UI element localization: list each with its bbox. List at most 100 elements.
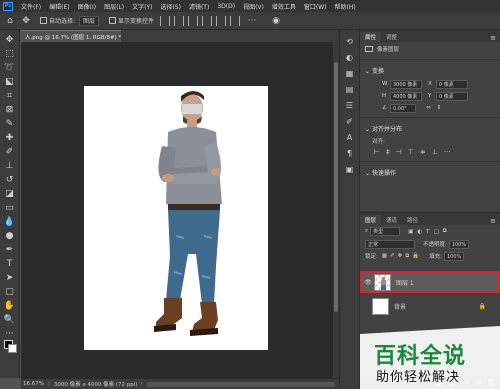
color-icon[interactable]: ◐ bbox=[344, 52, 356, 64]
collapse-icon[interactable]: ⌄ bbox=[365, 68, 372, 75]
visibility-eye-icon[interactable]: 👁 bbox=[362, 279, 374, 286]
layer-filter-dropdown[interactable]: 类型 bbox=[370, 227, 401, 236]
menu-layer[interactable]: 图层(L) bbox=[100, 2, 128, 11]
angle-field[interactable]: 0.00° bbox=[390, 103, 416, 113]
frame-tool-icon[interactable]: ⊠ bbox=[4, 104, 16, 116]
align-left-edges-icon[interactable]: ⊢ bbox=[374, 148, 380, 156]
menu-help[interactable]: 帮助(H) bbox=[331, 2, 360, 11]
align-top-icon[interactable] bbox=[202, 15, 213, 26]
more-icon[interactable]: ··· bbox=[246, 15, 258, 27]
menu-image[interactable]: 图像(I) bbox=[74, 2, 100, 11]
eyedropper-tool-icon[interactable]: ✎ bbox=[4, 118, 16, 130]
background-color-swatch[interactable] bbox=[8, 344, 17, 353]
filter-pixel-icon[interactable]: ▣ bbox=[408, 229, 413, 235]
path-select-icon[interactable]: ➤ bbox=[4, 272, 16, 284]
home-icon[interactable]: ⌂ bbox=[4, 15, 16, 27]
fill-field[interactable]: 100% bbox=[443, 251, 464, 261]
align-top-edges-icon[interactable]: ⊤ bbox=[408, 148, 414, 156]
character-icon[interactable]: A bbox=[344, 132, 356, 144]
panel-menu-icon[interactable]: ≡ bbox=[486, 217, 500, 225]
blur-tool-icon[interactable]: 💧 bbox=[4, 216, 16, 228]
auto-select-dropdown[interactable]: 图层 bbox=[79, 15, 100, 26]
zoom-level[interactable]: 16.67% bbox=[23, 381, 44, 387]
crop-tool-icon[interactable]: ⌗ bbox=[4, 90, 16, 102]
filter-shape-icon[interactable]: ▢ bbox=[433, 229, 438, 235]
align-middle-icon[interactable] bbox=[216, 15, 227, 26]
filter-smart-icon[interactable]: ⧉ bbox=[443, 228, 447, 235]
menu-filter[interactable]: 滤镜(T) bbox=[185, 2, 213, 11]
opacity-field[interactable]: 100% bbox=[448, 239, 469, 249]
layer-thumbnail[interactable] bbox=[372, 297, 389, 315]
move-tool-icon[interactable]: ✥ bbox=[4, 34, 16, 46]
tab-paths[interactable]: 路径 bbox=[402, 215, 423, 225]
brush-tool-icon[interactable]: ✐ bbox=[4, 146, 16, 158]
align-bottom-icon[interactable] bbox=[230, 15, 241, 26]
layer-name[interactable]: 背景 bbox=[394, 302, 406, 311]
lock-artboard-icon[interactable]: ⧉ bbox=[405, 253, 409, 260]
layer-thumbnail[interactable] bbox=[374, 273, 391, 291]
tab-properties[interactable]: 属性 bbox=[360, 32, 382, 42]
y-field[interactable]: 0 像素 bbox=[436, 91, 468, 101]
flip-h-icon[interactable]: ⇔ bbox=[426, 105, 431, 111]
hand-tool-icon[interactable]: ✋ bbox=[4, 300, 16, 312]
clone-stamp-icon[interactable]: ⊥ bbox=[4, 160, 16, 172]
pen-tool-icon[interactable]: ✒ bbox=[4, 244, 16, 256]
width-field[interactable]: 3000 像素 bbox=[390, 79, 422, 89]
blend-mode-dropdown[interactable]: 正常 bbox=[365, 239, 415, 249]
menu-select[interactable]: 选择(S) bbox=[156, 2, 185, 11]
menu-3d[interactable]: 3D(D) bbox=[213, 3, 239, 10]
filter-type-icon[interactable]: T bbox=[426, 229, 429, 235]
scrollbar-thumb[interactable] bbox=[334, 62, 338, 312]
menu-file[interactable]: 文件(F) bbox=[17, 2, 45, 11]
lock-all-icon[interactable]: 🔒 bbox=[412, 253, 419, 259]
menu-type[interactable]: 文字(Y) bbox=[128, 2, 156, 11]
quick-actions-title[interactable]: ⌄ 快速操作 bbox=[360, 165, 500, 180]
layer-row-layer1[interactable]: 👁 图层 1 bbox=[360, 271, 500, 293]
gradients-icon[interactable]: ▤ bbox=[344, 84, 356, 96]
lock-position-icon[interactable]: ✥ bbox=[398, 253, 403, 259]
align-h-centers-icon[interactable]: ‡ bbox=[386, 148, 390, 156]
object-select-tool-icon[interactable]: ⬕ bbox=[4, 76, 16, 88]
libraries-icon[interactable]: ☰ bbox=[344, 100, 356, 112]
layer-row-background[interactable]: 背景 🔒 bbox=[360, 295, 500, 317]
height-field[interactable]: 4000 像素 bbox=[390, 91, 422, 101]
brush-settings-icon[interactable]: ✐ bbox=[344, 116, 356, 128]
type-tool-icon[interactable]: T bbox=[4, 258, 16, 270]
more-align-icon[interactable]: ··· bbox=[444, 148, 451, 156]
menu-edit[interactable]: 编辑(E) bbox=[45, 2, 73, 11]
dodge-tool-icon[interactable]: ● bbox=[4, 230, 16, 242]
zoom-tool-icon[interactable]: 🔍 bbox=[4, 314, 16, 326]
tab-channels[interactable]: 通道 bbox=[381, 215, 402, 225]
horizontal-scrollbar[interactable] bbox=[146, 381, 335, 387]
document-tab[interactable]: 人.png @ 16.7% (图层 1, RGB/8#) * × bbox=[21, 30, 129, 42]
swatches-icon[interactable]: ▦ bbox=[344, 68, 356, 80]
align-right-icon[interactable] bbox=[188, 15, 199, 26]
history-brush-icon[interactable]: ↺ bbox=[4, 174, 16, 186]
align-center-icon[interactable] bbox=[174, 15, 185, 26]
marquee-tool-icon[interactable]: ⬚ bbox=[4, 48, 16, 60]
shape-tool-icon[interactable]: ▢ bbox=[4, 286, 16, 298]
lock-pixels-icon[interactable]: ✐ bbox=[390, 253, 395, 259]
more-tools-icon[interactable]: ··· bbox=[4, 328, 16, 340]
filter-adjust-icon[interactable]: ◐ bbox=[417, 229, 422, 235]
healing-brush-icon[interactable]: ✚ bbox=[4, 132, 16, 144]
panel-menu-icon[interactable]: ≡ bbox=[486, 34, 500, 42]
document-canvas[interactable] bbox=[84, 86, 268, 350]
lock-transparency-icon[interactable]: ▦ bbox=[382, 253, 387, 259]
move-tool-icon[interactable]: ✥ bbox=[20, 15, 32, 27]
x-field[interactable]: 0 像素 bbox=[436, 79, 468, 89]
gradient-tool-icon[interactable]: ▭ bbox=[4, 202, 16, 214]
transform-section-title[interactable]: ⌄ 变换 bbox=[360, 63, 500, 78]
menu-view[interactable]: 视图(V) bbox=[239, 2, 268, 11]
align-section-title[interactable]: ⌄ 对齐并分布 bbox=[360, 121, 500, 136]
auto-select-checkbox[interactable] bbox=[40, 17, 47, 24]
flip-v-icon[interactable]: ⇕ bbox=[437, 105, 442, 111]
align-v-centers-icon[interactable]: ≑ bbox=[420, 148, 426, 156]
align-bottom-edges-icon[interactable]: ⊥ bbox=[432, 148, 438, 156]
layer-name[interactable]: 图层 1 bbox=[396, 278, 414, 287]
document-info[interactable]: 3000 像素 x 4000 像素 (72 ppi) bbox=[54, 380, 138, 388]
align-left-icon[interactable] bbox=[160, 15, 171, 26]
collapse-icon[interactable]: ⌄ bbox=[365, 126, 372, 133]
glyphs-icon[interactable]: ▣ bbox=[344, 164, 356, 176]
collapse-icon[interactable]: ⌄ bbox=[365, 170, 372, 177]
